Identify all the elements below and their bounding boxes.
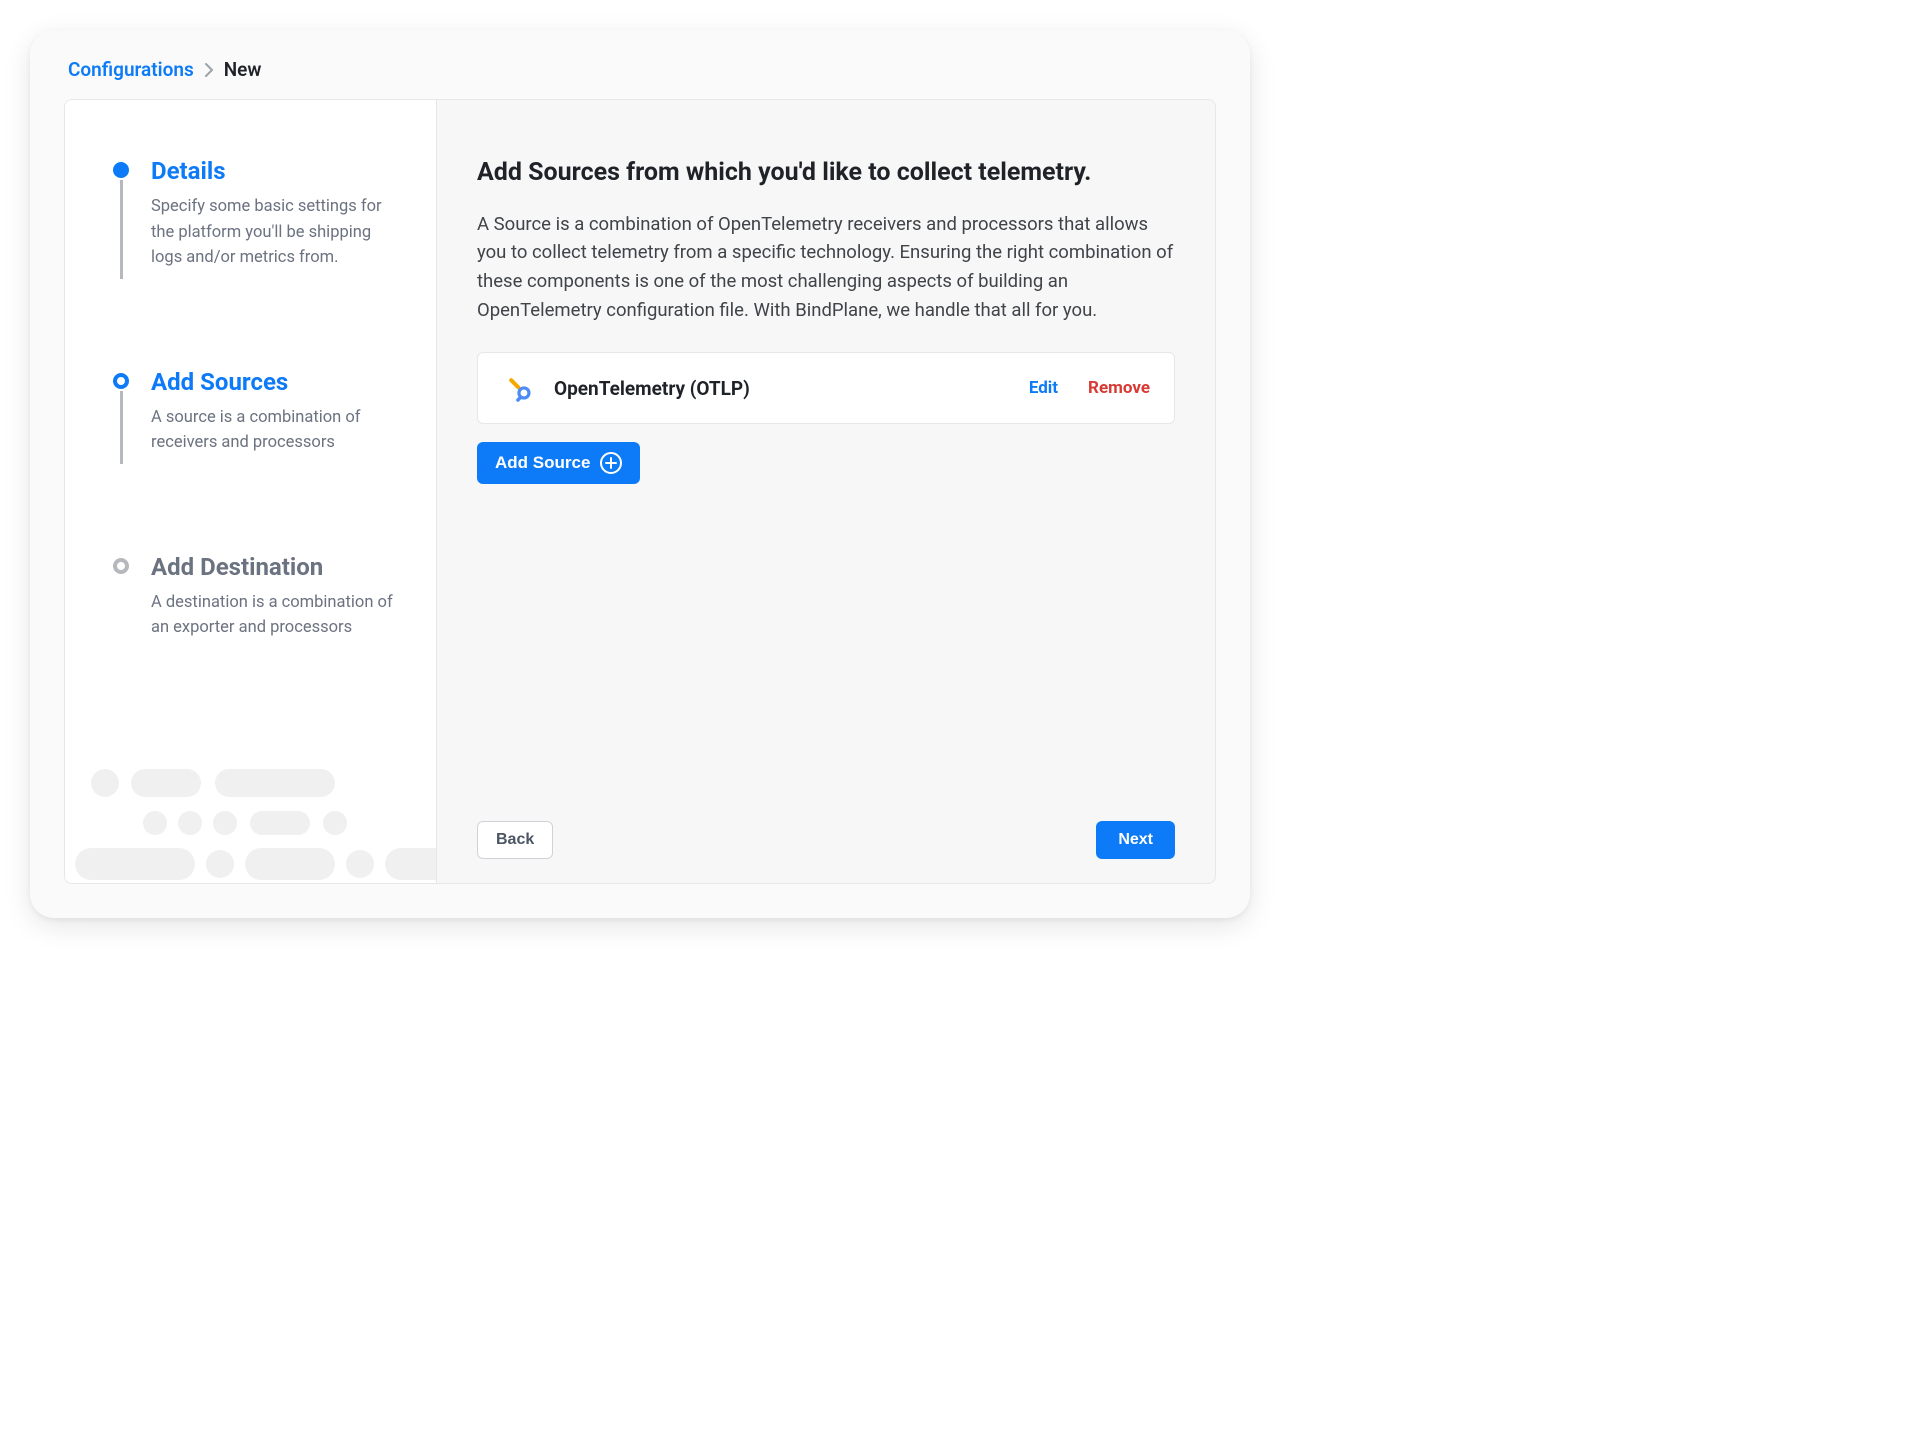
step-details[interactable]: Details Specify some basic settings for … [109,156,393,367]
step-desc: Specify some basic settings for the plat… [151,194,393,271]
step-title: Add Sources [151,367,393,397]
edit-source-link[interactable]: Edit [1029,378,1058,398]
step-dot-current-icon [113,373,129,389]
step-add-sources[interactable]: Add Sources A source is a combination of… [109,367,393,552]
plus-circle-icon [600,452,622,474]
page-description: A Source is a combination of OpenTelemet… [477,210,1175,325]
remove-source-link[interactable]: Remove [1088,378,1150,398]
step-add-destination[interactable]: Add Destination A destination is a combi… [109,552,393,641]
step-dot-complete-icon [113,162,129,178]
source-row: OpenTelemetry (OTLP) Edit Remove [477,352,1175,424]
wizard-card: Configurations New Details Specify [30,30,1250,918]
add-source-label: Add Source [495,453,590,473]
step-title: Add Destination [151,552,393,582]
breadcrumb-current: New [224,58,262,81]
wizard-footer: Back Next [477,801,1175,859]
steps-sidebar: Details Specify some basic settings for … [65,100,437,883]
source-name: OpenTelemetry (OTLP) [554,377,1029,400]
step-desc: A destination is a combination of an exp… [151,590,393,641]
step-dot-future-icon [113,558,129,574]
page-title: Add Sources from which you'd like to col… [477,156,1175,190]
step-title: Details [151,156,393,186]
step-desc: A source is a combination of receivers a… [151,405,393,456]
breadcrumb: Configurations New [64,58,1216,81]
main-content: Add Sources from which you'd like to col… [437,100,1215,883]
add-source-button[interactable]: Add Source [477,442,640,484]
breadcrumb-configurations[interactable]: Configurations [68,58,194,81]
next-button[interactable]: Next [1096,821,1175,859]
wizard-panel: Details Specify some basic settings for … [64,99,1216,884]
opentelemetry-icon [502,371,536,405]
back-button[interactable]: Back [477,821,553,859]
chevron-right-icon [204,63,214,77]
